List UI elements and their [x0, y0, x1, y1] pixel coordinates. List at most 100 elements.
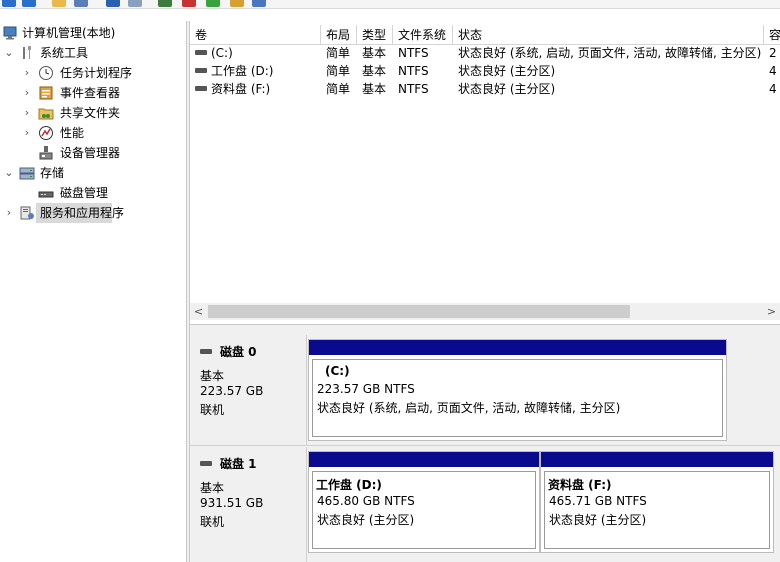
performance-icon	[38, 125, 54, 141]
disk-1-label[interactable]: 磁盘 1 基本 931.51 GB 联机	[190, 447, 307, 562]
up-folder-icon[interactable]	[52, 0, 66, 7]
toolbar	[0, 0, 780, 9]
partition-bar	[309, 340, 726, 355]
tree-label-device-manager: 设备管理器	[60, 146, 121, 160]
tree-item-task-scheduler[interactable]: › 任务计划程序	[0, 63, 186, 83]
tree-label-task-scheduler: 任务计划程序	[60, 66, 133, 80]
tree-label-disk-management: 磁盘管理	[60, 186, 109, 200]
partition-body: 工作盘 (D:) 465.80 GB NTFS 状态良好 (主分区)	[312, 471, 536, 549]
volume-cell: (C:)	[195, 44, 321, 62]
storage-icon	[19, 165, 35, 181]
scroll-left-icon[interactable]: <	[190, 303, 207, 320]
disk-type: 基本	[200, 481, 225, 495]
drive-icon	[195, 50, 207, 55]
tree-label-system-tools: 系统工具	[40, 46, 89, 60]
partition-body: 资料盘 (F:) 465.71 GB NTFS 状态良好 (主分区)	[544, 471, 770, 549]
layout-cell: 简单	[326, 82, 351, 96]
volume-cell: 工作盘 (D:)	[195, 62, 321, 80]
back-arrow-icon[interactable]	[2, 0, 16, 7]
chevron-right-icon[interactable]: ›	[22, 83, 32, 103]
tree-item-root[interactable]: 计算机管理(本地)	[0, 23, 186, 43]
tree-item-performance[interactable]: › 性能	[0, 123, 186, 143]
chevron-down-icon[interactable]: ⌄	[4, 43, 14, 63]
partition-name: 工作盘 (D:)	[316, 478, 382, 492]
volume-list-header: 卷 布局 类型 文件系统 状态 容	[190, 25, 780, 45]
tree-item-storage[interactable]: ⌄ 存储	[0, 163, 186, 183]
tree-item-shared-folders[interactable]: › 共享文件夹	[0, 103, 186, 123]
event-viewer-icon	[38, 85, 54, 101]
window-icon[interactable]	[252, 0, 266, 7]
disk-type: 基本	[200, 369, 225, 383]
horizontal-scrollbar[interactable]: < >	[190, 303, 780, 320]
partition-size-fs: 465.80 GB NTFS	[317, 494, 415, 508]
column-header-type[interactable]: 类型	[357, 25, 393, 45]
services-icon	[19, 205, 35, 221]
search-icon[interactable]	[158, 0, 172, 7]
volume-list: 卷 布局 类型 文件系统 状态 容 (C:) 简单 基本 NTFS 状态良好 (…	[190, 21, 780, 324]
disk-name-text: 磁盘 1	[220, 457, 257, 471]
computer-management-icon	[3, 25, 19, 41]
partition-f[interactable]: 资料盘 (F:) 465.71 GB NTFS 状态良好 (主分区)	[540, 451, 774, 553]
partition-d[interactable]: 工作盘 (D:) 465.80 GB NTFS 状态良好 (主分区)	[308, 451, 540, 553]
column-header-layout[interactable]: 布局	[321, 25, 357, 45]
column-header-filesystem[interactable]: 文件系统	[393, 25, 453, 45]
type-cell: 基本	[362, 46, 387, 60]
show-pane-icon[interactable]	[128, 0, 142, 7]
status-cell: 状态良好 (主分区)	[458, 82, 556, 96]
chevron-right-icon[interactable]: ›	[4, 203, 14, 223]
tree-label-root: 计算机管理(本地)	[22, 26, 116, 40]
partition-status: 状态良好 (主分区)	[549, 513, 647, 527]
disk-size: 931.51 GB	[200, 496, 264, 510]
disk-name: 磁盘 1	[200, 455, 257, 472]
volume-name: 资料盘 (F:)	[211, 82, 271, 96]
drive-icon	[195, 86, 207, 91]
disk-state: 联机	[200, 515, 225, 529]
column-header-status[interactable]: 状态	[453, 25, 764, 45]
partition-size-fs: 465.71 GB NTFS	[549, 494, 647, 508]
tree-label-performance: 性能	[60, 126, 85, 140]
scroll-right-icon[interactable]: >	[763, 303, 780, 320]
tree-item-device-manager[interactable]: 设备管理器	[0, 143, 186, 163]
chevron-right-icon[interactable]: ›	[22, 63, 32, 83]
disk-state: 联机	[200, 403, 225, 417]
help-icon[interactable]	[106, 0, 120, 7]
disk-name: 磁盘 0	[200, 343, 257, 360]
volume-row[interactable]: (C:) 简单 基本 NTFS 状态良好 (系统, 启动, 页面文件, 活动, …	[190, 44, 780, 62]
column-header-capacity[interactable]: 容	[764, 25, 780, 45]
volume-row[interactable]: 资料盘 (F:) 简单 基本 NTFS 状态良好 (主分区) 4	[190, 80, 780, 98]
properties-icon[interactable]	[74, 0, 88, 7]
tree-label-event-viewer: 事件查看器	[60, 86, 121, 100]
partition-status: 状态良好 (系统, 启动, 页面文件, 活动, 故障转储, 主分区)	[317, 401, 621, 415]
shared-folder-icon	[38, 105, 54, 121]
disk-0-label[interactable]: 磁盘 0 基本 223.57 GB 联机	[190, 335, 307, 445]
tree-item-services-apps[interactable]: › 服务和应用程序	[0, 203, 186, 223]
forward-arrow-icon[interactable]	[22, 0, 36, 7]
layout-cell: 简单	[326, 64, 351, 78]
tree-item-disk-management[interactable]: 磁盘管理	[0, 183, 186, 203]
disk-management-icon	[38, 185, 54, 201]
chevron-right-icon[interactable]: ›	[22, 123, 32, 143]
key-icon[interactable]	[230, 0, 244, 7]
navigation-tree: 计算机管理(本地) ⌄ 系统工具 › 任务计划程序 › 事件查看器 › 共享文件…	[0, 21, 186, 562]
tree-item-event-viewer[interactable]: › 事件查看器	[0, 83, 186, 103]
drive-icon	[195, 68, 207, 73]
chevron-down-icon[interactable]: ⌄	[4, 163, 14, 183]
column-header-volume[interactable]: 卷	[190, 25, 321, 45]
disk-size: 223.57 GB	[200, 384, 264, 398]
volume-name: (C:)	[211, 46, 233, 60]
check-icon[interactable]	[182, 0, 196, 7]
up-arrow-icon[interactable]	[206, 0, 220, 7]
type-cell: 基本	[362, 82, 387, 96]
partition-name: (C:)	[325, 364, 350, 378]
clock-icon	[38, 65, 54, 81]
partition-c[interactable]: (C:) 223.57 GB NTFS 状态良好 (系统, 启动, 页面文件, …	[308, 339, 727, 441]
capacity-cell: 4	[769, 64, 777, 78]
volume-row[interactable]: 工作盘 (D:) 简单 基本 NTFS 状态良好 (主分区) 4	[190, 62, 780, 80]
capacity-cell: 2	[769, 46, 777, 60]
partition-bar	[309, 452, 539, 467]
tree-item-system-tools[interactable]: ⌄ 系统工具	[0, 43, 186, 63]
partition-name: 资料盘 (F:)	[548, 478, 612, 492]
chevron-right-icon[interactable]: ›	[22, 103, 32, 123]
partition-bar	[541, 452, 773, 467]
scrollbar-thumb[interactable]	[208, 305, 630, 318]
